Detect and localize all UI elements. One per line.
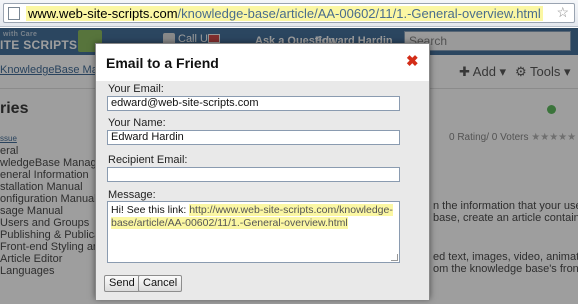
your-name-field[interactable]: Edward Hardin	[107, 130, 400, 145]
send-button[interactable]: Send	[104, 275, 140, 292]
dialog-title: Email to a Friend	[106, 55, 219, 71]
url-text: www.web-site-scripts.com/knowledge-base/…	[26, 6, 543, 21]
star-icon[interactable]: ☆	[556, 4, 569, 21]
page-icon	[8, 7, 20, 20]
your-email-label: Your Email:	[108, 83, 164, 95]
resize-handle[interactable]	[391, 254, 398, 261]
message-prefix: Hi! See this link:	[111, 204, 190, 216]
recipient-email-field[interactable]	[107, 167, 400, 182]
cancel-button[interactable]: Cancel	[138, 275, 183, 292]
email-dialog: Email to a Friend ✖ Your Email: edward@w…	[95, 43, 430, 300]
dialog-body: Your Email: edward@web-site-scripts.com …	[96, 81, 429, 300]
message-textarea[interactable]: Hi! See this link: http://www.web-site-s…	[107, 201, 400, 263]
your-name-label: Your Name:	[108, 117, 166, 129]
url-domain: www.web-site-scripts.com	[28, 6, 178, 21]
browser-address-bar: www.web-site-scripts.com/knowledge-base/…	[0, 0, 578, 27]
message-label: Message:	[108, 189, 156, 201]
url-input[interactable]: www.web-site-scripts.com/knowledge-base/…	[3, 3, 575, 23]
close-icon[interactable]: ✖	[406, 52, 419, 70]
your-email-field[interactable]: edward@web-site-scripts.com	[107, 96, 400, 111]
recipient-email-label: Recipient Email:	[108, 154, 188, 166]
url-path: /knowledge-base/article/AA-00602/11/1.-G…	[177, 6, 541, 21]
